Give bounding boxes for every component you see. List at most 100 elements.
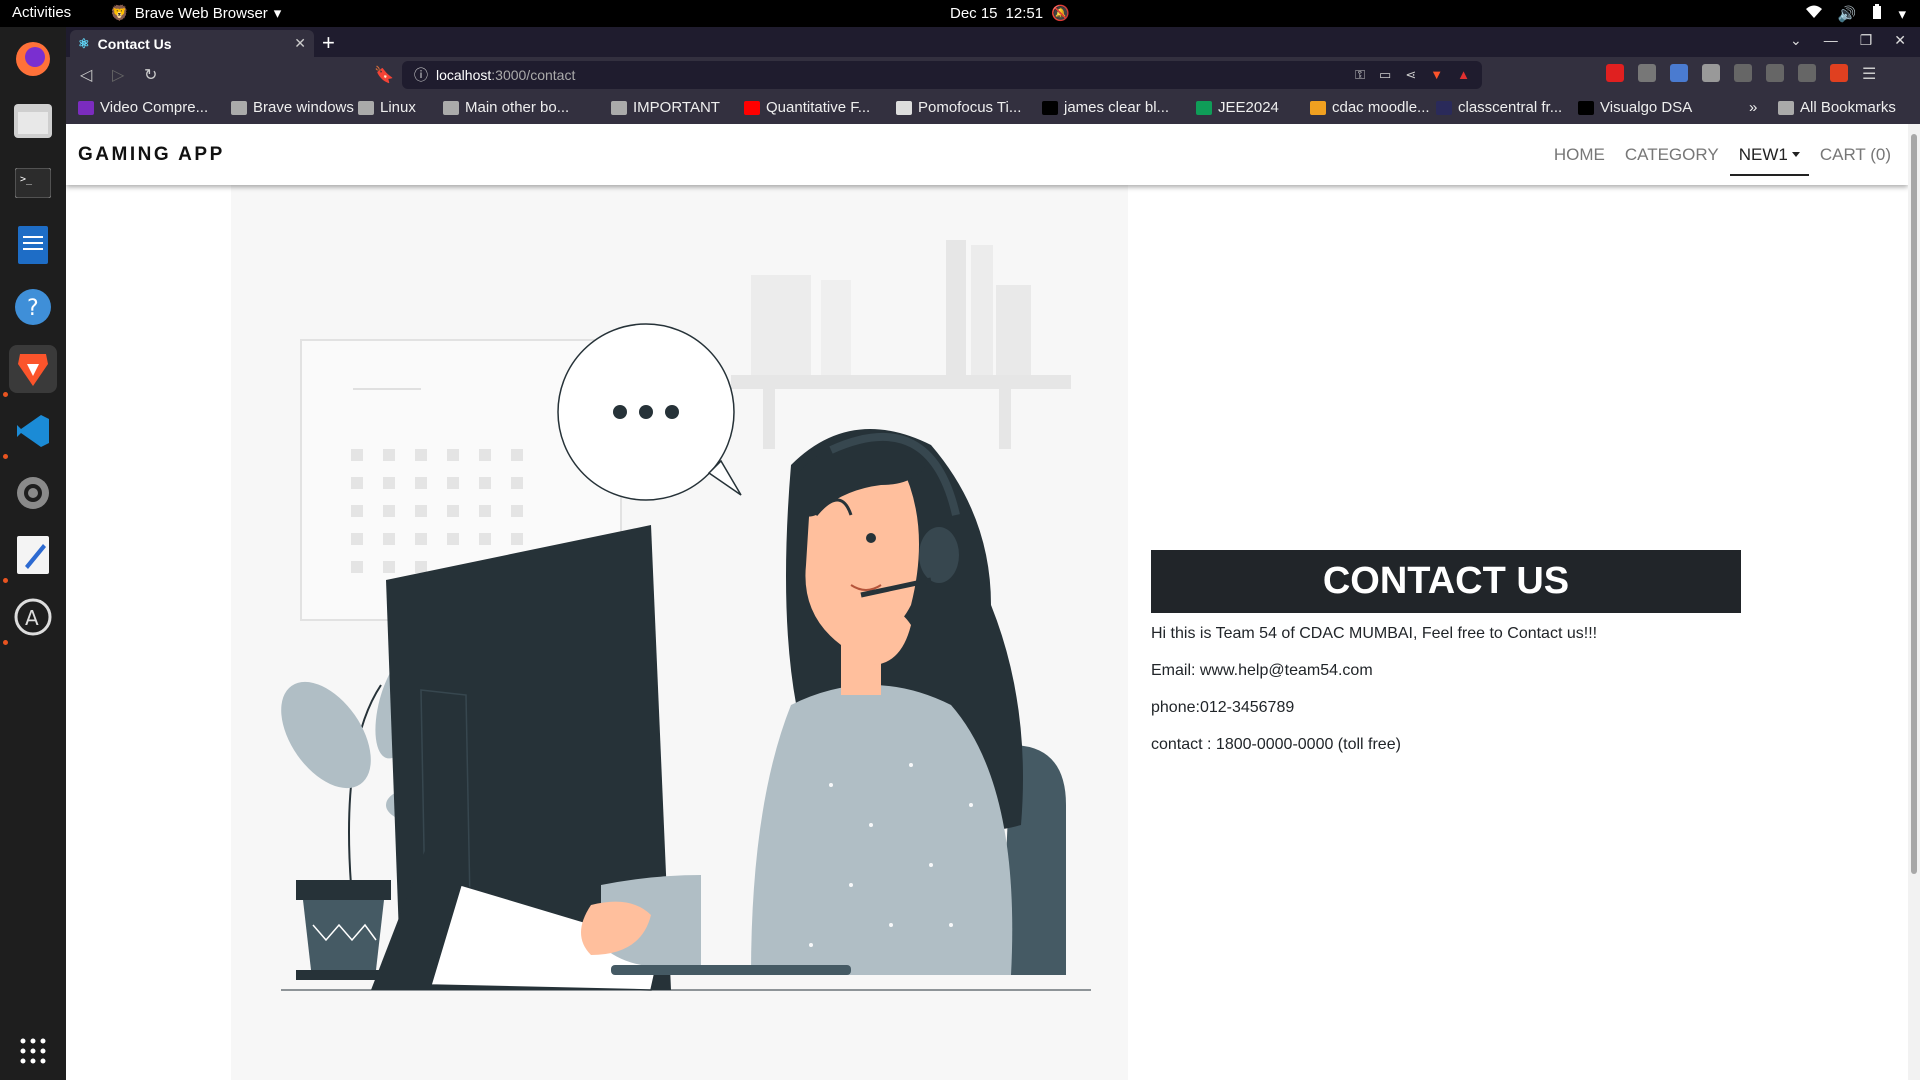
volume-icon: 🔊 [1837,6,1857,23]
bookmark-item[interactable]: JEE2024 [1196,99,1279,116]
new-tab-button[interactable]: + [322,30,335,56]
firefox-icon[interactable] [9,35,57,83]
app-menu-label: Brave Web Browser [134,4,268,22]
forward-icon[interactable]: ▷ [112,65,124,85]
url-path: :3000/contact [491,67,576,83]
files-icon[interactable] [9,97,57,145]
check-icon [896,100,912,115]
bookmark-label: james clear bl... [1064,99,1170,116]
share-icon[interactable]: ⋖ [1405,67,1416,83]
bookmark-item[interactable]: Pomofocus Ti... [896,99,1021,116]
bookmark-page-icon[interactable]: 🔖 [374,65,394,85]
browser-toolbar: ◁ ▷ ↻ 🔖 ⓘ localhost:3000/contact ⚿ ▭ ⋖ ▼… [66,57,1920,93]
extension-icon[interactable] [1702,64,1720,82]
site-navbar: GAMING APP HOME CATEGORY NEW1 CART (0) [66,124,1908,185]
site-info-icon[interactable]: ⓘ [414,65,428,85]
running-indicator [3,454,8,459]
show-apps-grid-icon[interactable] [9,1027,57,1075]
terminal-icon[interactable]: >_ [9,159,57,207]
svg-text:>_: >_ [20,174,33,185]
contact-intro: Hi this is Team 54 of CDAC MUMBAI, Feel … [1151,625,1598,642]
window-close-icon[interactable]: ✕ [1894,32,1906,49]
wallet-icon[interactable] [1830,64,1848,82]
nav-link-cart-0[interactable]: CART (0) [1811,134,1900,176]
writer-document-icon[interactable] [9,221,57,269]
bookmark-item[interactable]: Video Compre... [78,99,208,116]
media-icon[interactable] [1766,64,1784,82]
contact-phone: phone:012-3456789 [1151,699,1295,716]
bookmark-item[interactable]: cdac moodle... [1310,99,1430,116]
contact-section: CONTACT US Hi this is Team 54 of CDAC MU… [1151,550,1741,754]
brave-browser-icon[interactable] [9,345,57,393]
bookmark-label: Visualgo DSA [1600,99,1693,116]
folder-icon [1778,100,1794,115]
bookmark-label: IMPORTANT [633,99,720,116]
nav-link-category[interactable]: CATEGORY [1616,134,1728,176]
cast-icon[interactable]: ▭ [1379,67,1391,83]
youtube-extension-icon[interactable] [1606,64,1624,82]
puzzle-extensions-icon[interactable] [1734,64,1752,82]
bookmark-label: Main other bo... [465,99,570,116]
back-icon[interactable]: ◁ [80,65,92,85]
bookmark-item[interactable]: james clear bl... [1042,99,1169,116]
reload-icon[interactable]: ↻ [144,65,157,85]
folder-icon [611,100,627,115]
app-menu[interactable]: 🦁 Brave Web Browser ▾ [110,4,281,23]
illustration-panel [231,185,1128,1080]
settings-gear-icon[interactable] [9,469,57,517]
text-editor-icon[interactable] [9,531,57,579]
wifi-icon [1805,5,1822,23]
close-icon[interactable]: ✕ [294,35,306,52]
extension-icon[interactable] [1670,64,1688,82]
bookmark-label: Video Compre... [100,99,209,116]
moodle-icon [1310,100,1326,115]
nav-link-home[interactable]: HOME [1545,134,1614,176]
help-icon[interactable]: ? [9,283,57,331]
bookmark-item[interactable]: Main other bo... [443,99,569,116]
bookmark-item[interactable]: classcentral fr... [1436,99,1562,116]
brave-lion-icon: 🦁 [110,5,129,22]
sidebar-icon[interactable] [1798,64,1816,82]
running-indicator [3,640,8,645]
bookmark-item[interactable]: Quantitative F... [744,99,870,116]
scrollbar-thumb[interactable] [1911,134,1917,874]
address-bar-actions: ⚿ ▭ ⋖ ▼ ▲ [1355,67,1470,83]
notifications-muted-icon: 🔕 [1051,5,1070,22]
folder-icon [443,100,459,115]
system-tray[interactable]: 🔊 ▾ [1805,4,1906,24]
maximize-icon[interactable]: ❐ [1860,32,1873,49]
url-host: localhost [436,67,492,83]
bookmark-label: Pomofocus Ti... [918,99,1022,116]
browser-window: ⚛ Contact Us ✕ + ⌄ — ❐ ✕ ◁ ▷ ↻ 🔖 ⓘ local… [66,27,1920,1080]
hamburger-menu-icon[interactable]: ☰ [1862,64,1876,84]
bookmark-item[interactable]: IMPORTANT [611,99,720,116]
clock[interactable]: Dec 15 12:51 🔕 [950,4,1070,23]
nav-link-new1[interactable]: NEW1 [1729,134,1809,176]
nav-link-label: CATEGORY [1624,144,1719,164]
brave-rewards-icon[interactable]: ▲ [1457,67,1470,83]
key-icon[interactable]: ⚿ [1355,67,1365,83]
svg-text:A: A [25,606,39,630]
vscode-icon[interactable] [9,407,57,455]
activities-button[interactable]: Activities [12,4,71,21]
all-bookmarks-button[interactable]: All Bookmarks [1778,99,1896,116]
running-indicator [3,578,8,583]
bookmark-item[interactable]: Visualgo DSA [1578,99,1692,116]
bookmark-label: Brave windows [253,99,354,116]
brave-shields-icon[interactable]: ▼ [1430,67,1443,83]
tab-title: Contact Us [97,35,172,52]
tab-list-chevron-icon[interactable]: ⌄ [1790,32,1802,49]
bookmark-item[interactable]: Brave windows [231,99,354,116]
bookmarks-overflow-button[interactable]: » [1749,99,1757,116]
all-bookmarks-label: All Bookmarks [1800,99,1896,116]
bookmark-item[interactable]: Linux [358,99,416,116]
tab-contact-us[interactable]: ⚛ Contact Us ✕ [70,30,314,57]
react-favicon-icon: ⚛ [78,35,90,51]
address-bar[interactable]: ⓘ localhost:3000/contact ⚿ ▭ ⋖ ▼ ▲ [402,61,1482,89]
grammarly-extension-icon[interactable] [1638,64,1656,82]
software-updater-icon[interactable]: A [9,593,57,641]
minimize-icon[interactable]: — [1824,32,1838,49]
page-scrollbar[interactable] [1908,124,1920,1080]
bookmark-label: classcentral fr... [1458,99,1563,116]
site-brand[interactable]: GAMING APP [78,144,225,166]
